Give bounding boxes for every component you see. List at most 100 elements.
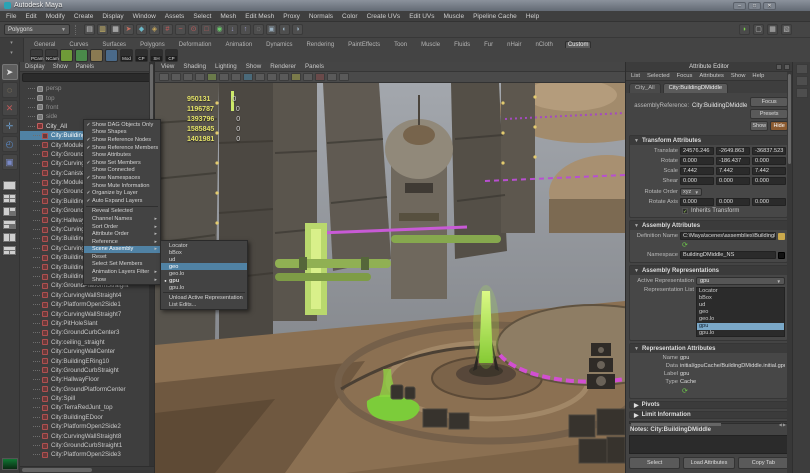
transform-attributes-header[interactable]: ▼ Transform Attributes: [630, 136, 787, 145]
value-field-x[interactable]: 7.442: [680, 167, 714, 175]
focus-button[interactable]: Focus: [750, 97, 788, 107]
status-icon[interactable]: ◉: [214, 24, 225, 35]
menu-item[interactable]: Pipeline Cache: [473, 13, 517, 20]
pin-panel-icon[interactable]: [776, 64, 782, 70]
vp-textured-icon[interactable]: [267, 73, 277, 81]
move-tool-icon[interactable]: ✛: [2, 118, 18, 134]
status-icon[interactable]: ↓: [227, 24, 238, 35]
outliner-row[interactable]: persp: [20, 84, 154, 93]
viewport-menu-item[interactable]: Renderer: [270, 63, 296, 70]
outliner-row[interactable]: City:PlatformOpen2Side2: [20, 422, 154, 431]
shelf-tab[interactable]: Custom: [565, 41, 592, 48]
submenu-item[interactable]: ud: [161, 256, 247, 263]
viewport-menu-item[interactable]: Lighting: [215, 63, 237, 70]
context-menu-item[interactable]: Organize by Layer: [84, 189, 160, 197]
window-control-button[interactable]: –: [733, 2, 746, 10]
menu-item[interactable]: Create: [74, 13, 94, 20]
menu-item[interactable]: Select: [193, 13, 211, 20]
context-menu-item[interactable]: Show Attributes: [84, 151, 160, 159]
rotate-axis-z[interactable]: 0.000: [752, 198, 786, 206]
outliner-row[interactable]: City:CurvingWallCenter: [20, 347, 154, 356]
hide-button[interactable]: Hide: [770, 121, 788, 131]
status-right-icon[interactable]: ▧: [781, 24, 792, 35]
menu-item[interactable]: Edit Mesh: [245, 13, 274, 20]
representation-list-item[interactable]: geo: [697, 309, 784, 316]
submenu-item[interactable]: gpu: [161, 277, 247, 284]
value-field-x[interactable]: 0.000: [680, 157, 714, 165]
shelf-item-button[interactable]: [90, 49, 103, 62]
submenu-item[interactable]: geo: [161, 263, 247, 270]
scale-tool-icon[interactable]: ▣: [2, 154, 18, 170]
ae-footer-button[interactable]: Select: [629, 457, 680, 469]
show-button[interactable]: Show: [750, 121, 768, 131]
rotate-order-dropdown[interactable]: xyz ▼: [680, 188, 702, 196]
outliner-row[interactable]: City:CurvingWallStraight4: [20, 291, 154, 300]
shelf-item-button[interactable]: [75, 49, 88, 62]
context-menu-item[interactable]: Select Set Members: [84, 261, 160, 269]
presets-button[interactable]: Presets: [750, 109, 788, 119]
value-field-x[interactable]: 24576.246: [680, 147, 714, 155]
outliner-row[interactable]: top: [20, 93, 154, 102]
ae-horizontal-scrollbar[interactable]: ◀ ▶: [629, 421, 788, 424]
menu-item[interactable]: Display: [102, 13, 123, 20]
status-icon[interactable]: ▤: [84, 24, 95, 35]
status-icon[interactable]: ➤: [123, 24, 134, 35]
context-menu-item[interactable]: Show Reference Nodes: [84, 136, 160, 144]
outliner-row[interactable]: City:GroundCurbCenter3: [20, 328, 154, 337]
value-field-z[interactable]: 0.000: [752, 177, 786, 185]
vp-multisample-icon[interactable]: [327, 73, 337, 81]
shelf-item-button[interactable]: PCam: [30, 49, 43, 62]
window-control-button[interactable]: □: [748, 2, 761, 10]
shelf-item-button[interactable]: CP: [135, 49, 148, 62]
value-field-z[interactable]: -36837.523: [752, 147, 786, 155]
shelf-item-button[interactable]: SH: [150, 49, 163, 62]
outliner-row[interactable]: City:PitHoleSlant: [20, 319, 154, 328]
menu-item[interactable]: Help: [526, 13, 539, 20]
viewport-menu-item[interactable]: Show: [246, 63, 261, 70]
active-representation-dropdown[interactable]: gpu ▼: [696, 277, 785, 285]
outliner-row[interactable]: City:GroundCurbStraight1: [20, 441, 154, 450]
context-menu-item[interactable]: Reveal Selected: [84, 208, 160, 216]
ae-footer-button[interactable]: Load Attributes: [683, 457, 734, 469]
shelf-menu-arrow[interactable]: ▾▾: [0, 38, 24, 62]
ae-menu-item[interactable]: Focus: [677, 73, 693, 79]
ae-menu-item[interactable]: Show: [731, 73, 746, 79]
menu-item[interactable]: Edit: [25, 13, 36, 20]
representation-refresh-icon[interactable]: ⟳: [682, 388, 688, 395]
menu-item[interactable]: Color: [342, 13, 358, 20]
submenu-item[interactable]: List Edits...: [161, 301, 247, 308]
submenu-item[interactable]: Unload Active Representation: [161, 294, 247, 301]
assembly-attributes-header[interactable]: ▼ Assembly Attributes: [630, 221, 787, 230]
layout-persp-graph-button[interactable]: [2, 219, 17, 230]
context-menu-item[interactable]: Channel Names: [84, 215, 160, 223]
context-menu-item[interactable]: Attribute Order: [84, 230, 160, 238]
viewport-menu-item[interactable]: Panels: [305, 63, 324, 70]
menu-item[interactable]: Create UVs: [367, 13, 401, 20]
representation-list[interactable]: LocatorbBoxudgeogeo.logpugpu.lo: [696, 287, 785, 337]
close-panel-icon[interactable]: [784, 64, 790, 70]
vp-wireframe-icon[interactable]: [243, 73, 253, 81]
status-icon[interactable]: ~: [175, 24, 186, 35]
outliner-row[interactable]: City:BuildingEDoor: [20, 413, 154, 422]
menu-set-selector[interactable]: Polygons▼: [4, 24, 70, 35]
representation-attributes-header[interactable]: ▼ Representation Attributes: [630, 344, 787, 353]
menu-item[interactable]: Window: [133, 13, 156, 20]
status-icon[interactable]: □: [201, 24, 212, 35]
menu-item[interactable]: File: [6, 13, 16, 20]
menu-item[interactable]: Muscle: [443, 13, 464, 20]
representation-list-item[interactable]: gpu.lo: [697, 330, 784, 337]
context-menu-item[interactable]: Sort Order: [84, 223, 160, 231]
vp-shaded-icon[interactable]: [255, 73, 265, 81]
outliner-row[interactable]: City:PlatformOpen2Side3: [20, 450, 154, 459]
definition-name-field[interactable]: C:\Maya\scenes\assemblies\BuildingDMiddl…: [680, 232, 776, 240]
outliner-menu-item[interactable]: Display: [25, 64, 45, 70]
submenu-item[interactable]: bBox: [161, 249, 247, 256]
status-icon[interactable]: ↑: [240, 24, 251, 35]
ae-vertical-scrollbar[interactable]: [787, 72, 792, 473]
submenu-item[interactable]: gpu.lo: [161, 284, 247, 291]
context-menu-item[interactable]: Auto Expand Layers: [84, 197, 160, 205]
vp-isolate-select-icon[interactable]: [339, 73, 349, 81]
outliner-row[interactable]: City:HallwayFloor: [20, 375, 154, 384]
namespace-field[interactable]: BuildingDMiddle_NS: [680, 251, 776, 259]
ae-menu-item[interactable]: Help: [752, 73, 764, 79]
